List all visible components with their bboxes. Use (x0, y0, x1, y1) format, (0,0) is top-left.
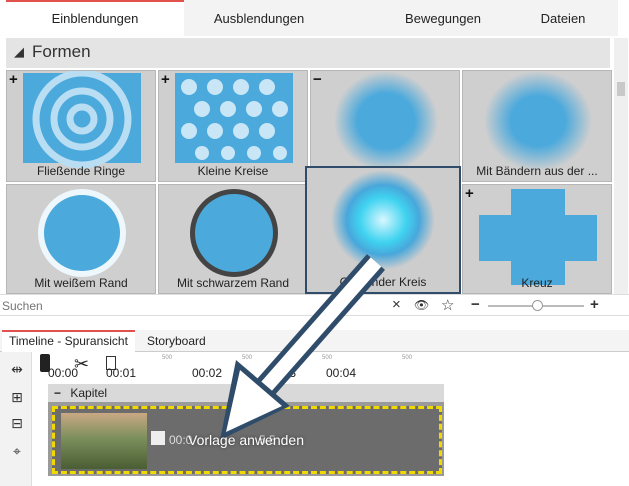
ruler-sub-label: 500 (402, 355, 413, 361)
collapse-triangle-icon[interactable]: ◢ (14, 44, 24, 60)
add-track-icon[interactable]: ⊞ (8, 388, 26, 406)
chapter-bar[interactable]: − Kapitel (48, 384, 444, 402)
vertical-scrollbar[interactable] (614, 38, 628, 294)
ruler-sub-label: 500 (242, 355, 253, 361)
zoom-fit-icon[interactable]: ⌖ (8, 442, 26, 460)
effect-tabs: Einblendungen Ausblendungen Bewegungen D… (6, 0, 618, 36)
effect-tile-fliessende-ringe[interactable]: + Fließende Ringe (6, 70, 156, 182)
image-type-icon (151, 431, 165, 445)
tile-caption: Kreuz (521, 276, 553, 290)
ruler-label: 00:01 (106, 366, 137, 380)
zoom-in-icon[interactable]: + (590, 296, 599, 313)
apply-template-label: Vorlage anwenden (188, 432, 304, 448)
effect-tile-mit-weissem-rand[interactable]: Mit weißem Rand (6, 184, 156, 294)
effect-tile-kreuz[interactable]: + Kreuz (462, 184, 612, 294)
effect-tile-gluehender-kreis[interactable]: Glühender Kreis (305, 166, 461, 294)
group-title: Formen (32, 42, 91, 61)
scissors-icon[interactable]: ✂ (74, 354, 89, 375)
tile-caption: Kleine Kreise (197, 164, 269, 178)
glowing-circle-thumbnail-icon (331, 170, 435, 270)
effect-grid: + Fließende Ringe + Kleine Kreise − Mit … (6, 68, 612, 294)
tile-caption: Mit schwarzem Rand (176, 276, 290, 290)
eye-icon[interactable]: 👁 (414, 298, 429, 312)
ruler-sub-label: 500 (322, 355, 333, 361)
timeline-tabs: Timeline - Spuransicht Storyboard (0, 330, 629, 352)
ruler-label: 00:02 (192, 366, 223, 380)
tile-caption: Glühender Kreis (339, 275, 427, 289)
tab-bewegungen[interactable]: Bewegungen (368, 0, 518, 36)
effect-tile-mit-schwarzem-rand[interactable]: Mit schwarzem Rand (158, 184, 308, 294)
expand-badge: + (9, 71, 18, 88)
scrollbar-thumb[interactable] (617, 82, 625, 96)
tab-dateien[interactable]: Dateien (518, 0, 608, 36)
expand-badge: + (161, 71, 170, 88)
clear-search-icon[interactable]: × (392, 296, 401, 313)
ruler-label: 00:04 (326, 366, 357, 380)
remove-track-icon[interactable]: ⊟ (8, 414, 26, 432)
tab-einblendungen[interactable]: Einblendungen (6, 0, 184, 36)
chapter-label: Kapitel (70, 386, 108, 400)
timeline-ruler[interactable]: 00:00 ✂ 00:01 500 00:02 500 00:03 500 00… (36, 352, 446, 382)
search-bar: × 👁 ☆ − + (0, 294, 629, 316)
tile-caption: Fließende Ringe (36, 164, 126, 178)
zoom-slider-handle[interactable] (532, 300, 543, 311)
ruler-sub-label: 500 (162, 355, 173, 361)
timeline-toolbar: ⇹ ⊞ ⊟ ⌖ (0, 352, 32, 486)
tile-caption: Mit weißem Rand (34, 276, 128, 290)
tab-timeline-spuransicht[interactable]: Timeline - Spuransicht (2, 330, 135, 352)
ruler-label: 00:03 (266, 366, 297, 380)
chapter-collapse-icon[interactable]: − (54, 386, 61, 400)
tab-storyboard[interactable]: Storyboard (140, 330, 213, 352)
search-input[interactable] (2, 296, 382, 315)
collapse-badge: − (313, 71, 322, 88)
clip-thumbnail (61, 413, 147, 469)
group-header-formen[interactable]: ◢ Formen (6, 38, 610, 68)
fit-timeline-icon[interactable]: ⇹ (8, 360, 26, 378)
timeline-empty-area[interactable] (444, 384, 629, 486)
zoom-out-icon[interactable]: − (471, 296, 480, 313)
tab-ausblendungen[interactable]: Ausblendungen (184, 0, 334, 36)
star-icon[interactable]: ☆ (441, 296, 454, 314)
expand-badge: + (465, 185, 474, 202)
effect-tile-kleine-kreise[interactable]: + Kleine Kreise (158, 70, 308, 182)
effect-tile-mit-baendern[interactable]: Mit Bändern aus der ... (462, 70, 612, 182)
tile-caption: Mit Bändern aus der ... (476, 164, 598, 178)
